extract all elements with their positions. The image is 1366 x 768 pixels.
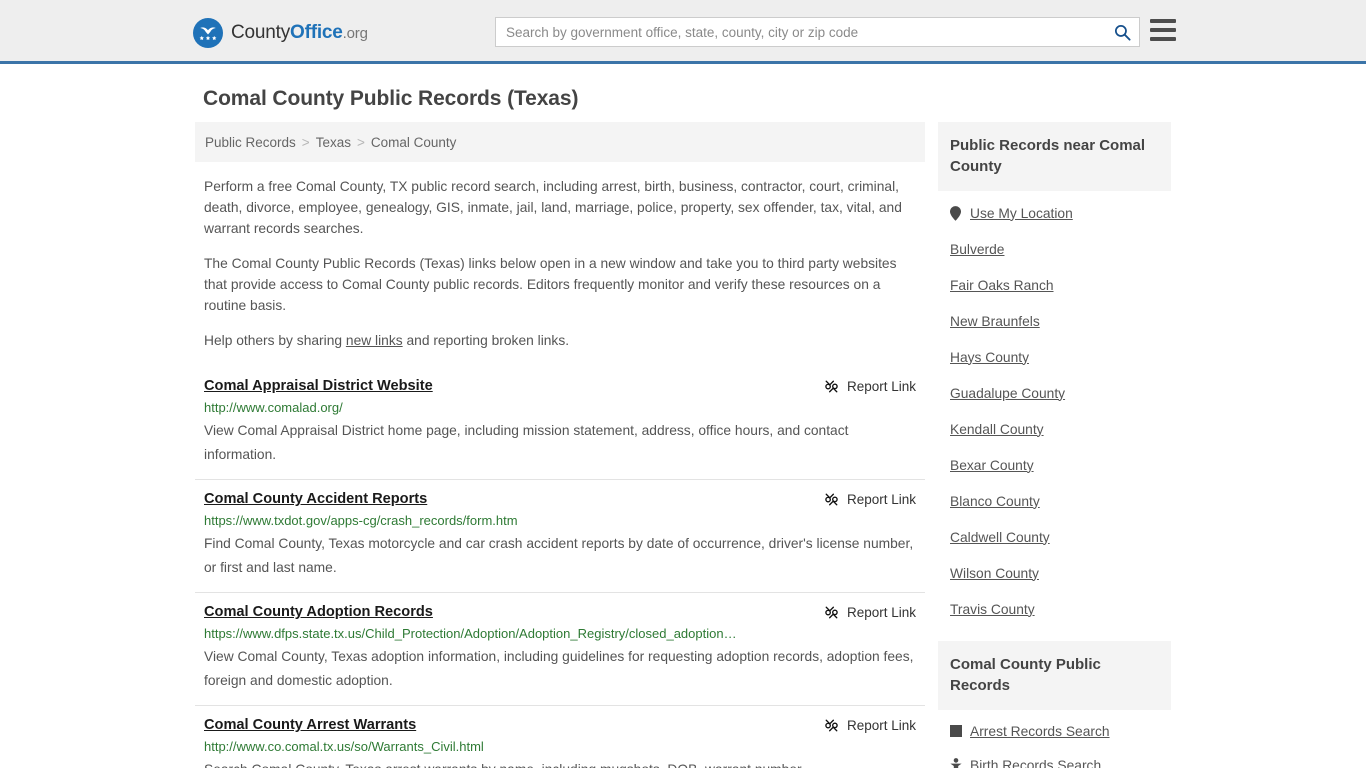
result-description: View Comal County, Texas adoption inform… — [204, 649, 914, 688]
report-link-button[interactable]: Report Link — [823, 378, 916, 395]
results-list: Comal Appraisal District Website Report … — [195, 371, 925, 768]
hamburger-menu-button[interactable] — [1150, 19, 1176, 41]
result-item: Comal County Adoption Records Report Lin… — [195, 592, 925, 705]
sidebar-link[interactable]: Fair Oaks Ranch — [950, 278, 1054, 293]
page-title: Comal County Public Records (Texas) — [203, 87, 579, 110]
result-title-link[interactable]: Comal County Accident Reports — [204, 490, 427, 508]
result-title-link[interactable]: Comal County Arrest Warrants — [204, 716, 416, 734]
sidebar-item-birth-records-search[interactable]: Birth Records Search — [938, 748, 1171, 768]
broken-link-icon — [825, 380, 838, 393]
breadcrumb: Public Records > Texas > Comal County — [195, 122, 925, 162]
result-item: Comal County Arrest Warrants Report Link… — [195, 705, 925, 768]
sidebar-link[interactable]: Guadalupe County — [950, 386, 1065, 401]
result-url-link[interactable]: http://www.comalad.org/ — [204, 400, 916, 416]
sidebar-link[interactable]: Bulverde — [950, 242, 1004, 257]
map-pin-icon — [950, 205, 968, 221]
result-header: Comal County Accident Reports Report Lin… — [204, 490, 916, 508]
sidebar-nearby-list: Use My Location Bulverde Fair Oaks Ranch… — [938, 191, 1171, 627]
sidebar-item-fair-oaks-ranch[interactable]: Fair Oaks Ranch — [938, 267, 1171, 303]
intro-share-prefix: Help others by sharing — [204, 333, 346, 348]
sidebar-item-caldwell-county[interactable]: Caldwell County — [938, 519, 1171, 555]
sidebar-item-travis-county[interactable]: Travis County — [938, 591, 1171, 627]
site-header: CountyOffice.org — [0, 0, 1366, 64]
broken-link-icon — [825, 719, 838, 732]
new-links-link[interactable]: new links — [346, 333, 403, 348]
hamburger-menu-icon-bar-2 — [1150, 28, 1176, 32]
report-link-button[interactable]: Report Link — [823, 491, 916, 508]
breadcrumb-separator-2: > — [356, 134, 365, 150]
result-description: View Comal Appraisal District home page,… — [204, 423, 849, 462]
sidebar-link[interactable]: Travis County — [950, 602, 1035, 617]
breadcrumb-item-public-records[interactable]: Public Records — [205, 135, 296, 150]
result-url-link[interactable]: http://www.co.comal.tx.us/so/Warrants_Ci… — [204, 739, 916, 755]
hamburger-menu-icon-bar-1 — [1150, 19, 1176, 23]
main-content: Public Records > Texas > Comal County Pe… — [195, 122, 925, 768]
report-link-button[interactable]: Report Link — [823, 717, 916, 734]
search-bar — [495, 17, 1140, 47]
sidebar-item-arrest-records-search[interactable]: Arrest Records Search — [938, 714, 1171, 748]
breadcrumb-separator-1: > — [301, 134, 310, 150]
sidebar-item-bulverde[interactable]: Bulverde — [938, 231, 1171, 267]
breadcrumb-item-texas[interactable]: Texas — [316, 135, 351, 150]
sidebar-link[interactable]: Birth Records Search — [970, 758, 1101, 768]
sidebar: Public Records near Comal County Use My … — [938, 122, 1171, 768]
result-url-link[interactable]: https://www.txdot.gov/apps-cg/crash_reco… — [204, 513, 916, 529]
sidebar-link[interactable]: Use My Location — [970, 206, 1073, 221]
sidebar-item-wilson-county[interactable]: Wilson County — [938, 555, 1171, 591]
sidebar-link[interactable]: Hays County — [950, 350, 1029, 365]
result-header: Comal County Adoption Records Report Lin… — [204, 603, 916, 621]
sidebar-records-heading: Comal County Public Records — [938, 641, 1171, 710]
report-link-label: Report Link — [846, 605, 916, 620]
hamburger-menu-icon-bar-3 — [1150, 37, 1176, 41]
report-link-label: Report Link — [846, 718, 916, 733]
result-title-link[interactable]: Comal County Adoption Records — [204, 603, 433, 621]
baby-icon — [950, 758, 968, 768]
sidebar-records-list: Arrest Records Search Birth Records Sear… — [938, 710, 1171, 768]
square-icon — [950, 725, 968, 737]
search-button[interactable] — [1105, 18, 1139, 46]
sidebar-item-hays-county[interactable]: Hays County — [938, 339, 1171, 375]
sidebar-item-bexar-county[interactable]: Bexar County — [938, 447, 1171, 483]
sidebar-item-guadalupe-county[interactable]: Guadalupe County — [938, 375, 1171, 411]
result-title-link[interactable]: Comal Appraisal District Website — [204, 377, 433, 395]
site-logo-text: CountyOffice.org — [231, 22, 368, 44]
logo-text-tld: .org — [342, 25, 368, 42]
report-link-label: Report Link — [846, 379, 916, 394]
sidebar-link[interactable]: Blanco County — [950, 494, 1040, 509]
sidebar-link[interactable]: Kendall County — [950, 422, 1044, 437]
countyoffice-logo-icon — [193, 18, 223, 48]
result-url-link[interactable]: https://www.dfps.state.tx.us/Child_Prote… — [204, 626, 916, 642]
sidebar-item-blanco-county[interactable]: Blanco County — [938, 483, 1171, 519]
intro-paragraph-1: Perform a free Comal County, TX public r… — [204, 179, 902, 236]
result-header: Comal County Arrest Warrants Report Link — [204, 716, 916, 734]
sidebar-link[interactable]: New Braunfels — [950, 314, 1040, 329]
logo-text-strong: Office — [290, 22, 343, 43]
result-description: Find Comal County, Texas motorcycle and … — [204, 536, 914, 575]
broken-link-icon — [825, 493, 838, 506]
sidebar-link[interactable]: Bexar County — [950, 458, 1034, 473]
result-description: Search Comal County, Texas arrest warran… — [204, 758, 916, 768]
result-item: Comal County Accident Reports Report Lin… — [195, 479, 925, 592]
sidebar-item-use-my-location[interactable]: Use My Location — [938, 195, 1171, 231]
report-link-label: Report Link — [846, 492, 916, 507]
search-input[interactable] — [496, 18, 1105, 46]
report-link-button[interactable]: Report Link — [823, 604, 916, 621]
search-icon — [1114, 24, 1131, 41]
sidebar-nearby-heading: Public Records near Comal County — [938, 122, 1171, 191]
sidebar-item-kendall-county[interactable]: Kendall County — [938, 411, 1171, 447]
result-header: Comal Appraisal District Website Report … — [204, 377, 916, 395]
intro-paragraph-3: Help others by sharing new links and rep… — [204, 330, 917, 351]
breadcrumb-item-comal-county: Comal County — [370, 134, 457, 150]
intro-share-suffix: and reporting broken links. — [402, 333, 570, 348]
sidebar-link[interactable]: Arrest Records Search — [970, 724, 1110, 739]
logo-text-prefix: County — [231, 22, 291, 43]
sidebar-link[interactable]: Wilson County — [950, 566, 1039, 581]
broken-link-icon — [825, 606, 838, 619]
sidebar-link[interactable]: Caldwell County — [950, 530, 1050, 545]
site-logo-link[interactable]: CountyOffice.org — [193, 18, 368, 48]
intro-paragraph-2: The Comal County Public Records (Texas) … — [204, 256, 897, 313]
result-item: Comal Appraisal District Website Report … — [195, 371, 925, 479]
sidebar-item-new-braunfels[interactable]: New Braunfels — [938, 303, 1171, 339]
